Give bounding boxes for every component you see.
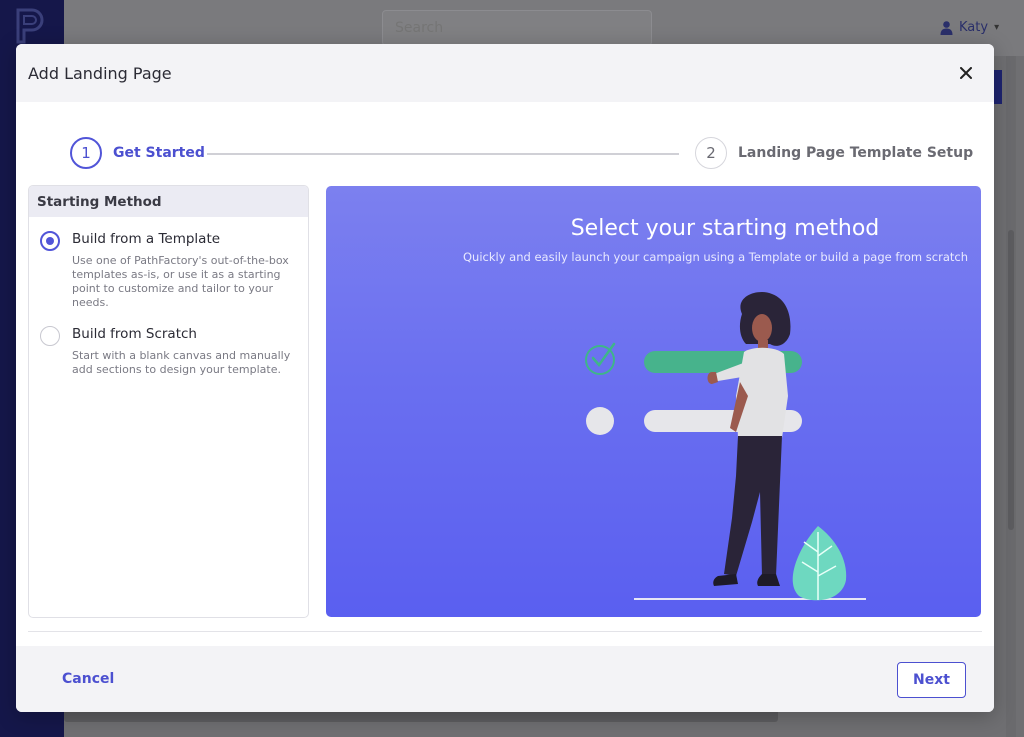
user-menu[interactable]: Katy ▾ bbox=[940, 20, 999, 35]
preview-panel: Select your starting method Quickly and … bbox=[326, 186, 981, 617]
option-description: Start with a blank canvas and manually a… bbox=[72, 349, 291, 376]
next-button[interactable]: Next bbox=[897, 662, 966, 698]
content-divider bbox=[28, 618, 982, 632]
modal-header: Add Landing Page bbox=[16, 44, 994, 102]
preview-subtitle: Quickly and easily launch your campaign … bbox=[463, 250, 969, 264]
step-1-indicator: 1 bbox=[70, 137, 102, 169]
template-radio[interactable] bbox=[40, 231, 60, 251]
option-description: Use one of PathFactory's out-of-the-box … bbox=[72, 254, 289, 309]
step-2-label: Landing Page Template Setup bbox=[738, 145, 974, 161]
modal-title: Add Landing Page bbox=[28, 63, 172, 83]
cancel-button[interactable]: Cancel bbox=[62, 671, 114, 687]
preview-title: Select your starting method bbox=[570, 216, 880, 241]
user-name: Katy bbox=[959, 20, 989, 35]
option-title: Build from Scratch bbox=[72, 326, 197, 342]
step-1-label: Get Started bbox=[113, 145, 205, 161]
leaf-icon bbox=[792, 526, 847, 601]
pathfactory-logo[interactable] bbox=[14, 8, 48, 44]
add-landing-page-modal: Add Landing Page 1 Get Started 2 Landing… bbox=[16, 44, 994, 712]
step-connector bbox=[207, 153, 679, 155]
person-figure bbox=[707, 292, 791, 586]
search-input[interactable] bbox=[382, 10, 652, 46]
step-2-indicator: 2 bbox=[695, 137, 727, 169]
woman-illustration bbox=[585, 292, 866, 601]
option-title: Build from a Template bbox=[72, 231, 221, 247]
scrollbar-thumb[interactable] bbox=[1008, 230, 1014, 530]
user-icon bbox=[940, 20, 953, 35]
close-icon bbox=[960, 67, 972, 79]
stepper: 1 Get Started 2 Landing Page Template Se… bbox=[16, 102, 994, 184]
modal-footer: Cancel Next bbox=[16, 646, 994, 712]
chevron-down-icon: ▾ bbox=[994, 22, 1000, 33]
close-button[interactable] bbox=[954, 61, 978, 85]
empty-circle bbox=[586, 407, 614, 435]
starting-method-header: Starting Method bbox=[29, 186, 308, 217]
starting-method-panel: Starting Method Build from a Template Us… bbox=[28, 185, 309, 618]
scratch-radio[interactable] bbox=[40, 326, 60, 346]
